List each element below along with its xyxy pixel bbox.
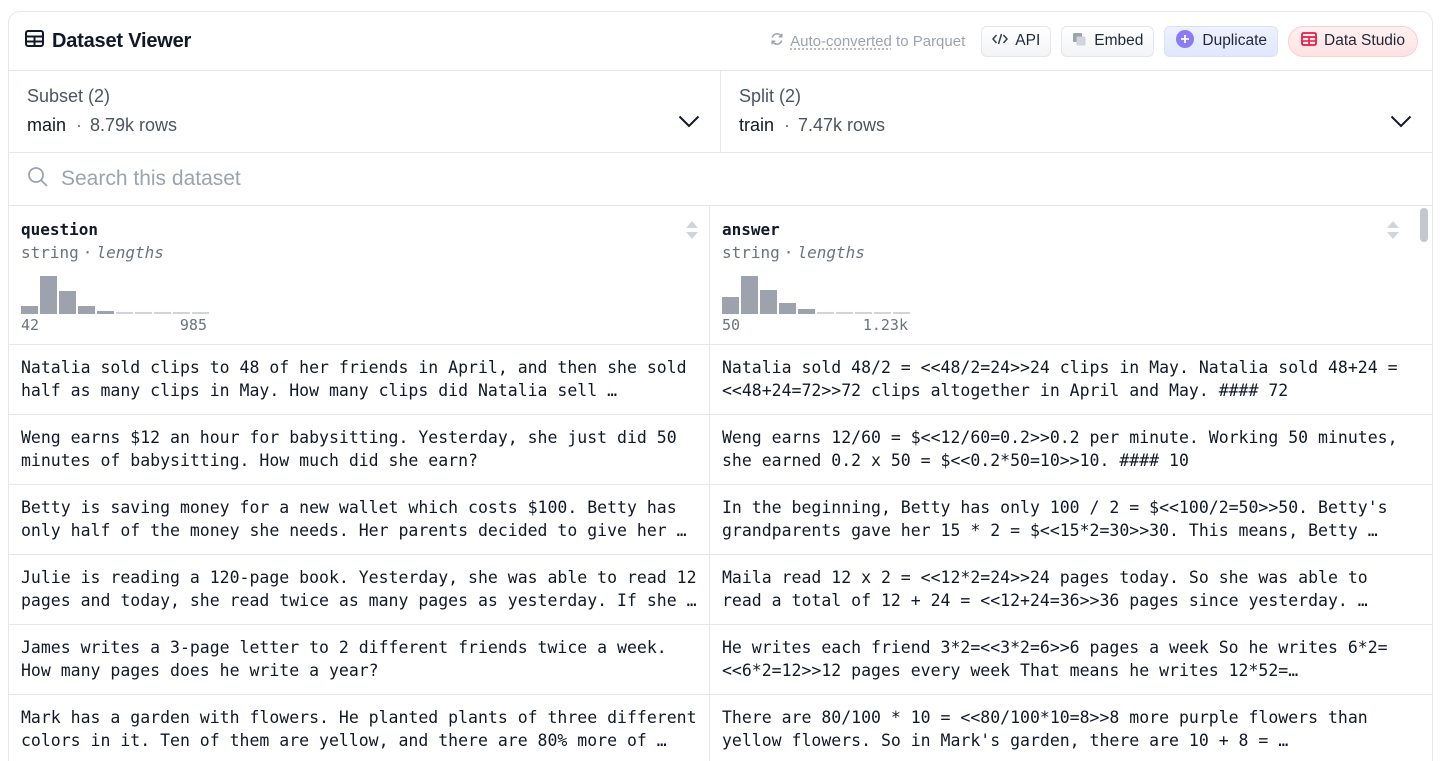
api-label: API: [1015, 32, 1041, 49]
table-header: question string · lengths 42 985 answer str…: [9, 206, 1432, 345]
length-histogram[interactable]: [722, 274, 1398, 314]
question-cell[interactable]: Natalia sold clips to 48 of her friends …: [9, 345, 710, 414]
table-icon: [25, 30, 44, 52]
histogram-bar[interactable]: [855, 312, 872, 314]
histogram-bar[interactable]: [798, 309, 815, 314]
hist-max: 1.23k: [862, 316, 908, 334]
question-cell[interactable]: Mark has a garden with flowers. He plant…: [9, 695, 710, 761]
dataset-viewer: Dataset Viewer Auto-converted to Parquet…: [8, 11, 1433, 761]
code-icon: [992, 32, 1009, 50]
column-name: question: [21, 220, 99, 239]
table-row[interactable]: James writes a 3-page letter to 2 differ…: [9, 625, 1432, 695]
column-type: string: [21, 243, 79, 262]
subset-value: main: [27, 115, 67, 135]
histogram-bar[interactable]: [760, 290, 777, 314]
question-cell[interactable]: Betty is saving money for a new wallet w…: [9, 485, 710, 554]
hist-min: 50: [722, 316, 741, 334]
sort-icon[interactable]: [1386, 220, 1400, 244]
histogram-bar[interactable]: [97, 311, 114, 314]
subset-selector[interactable]: Subset (2) main · 8.79k rows: [9, 71, 720, 152]
histogram-bar[interactable]: [135, 312, 152, 314]
histogram-bar[interactable]: [21, 306, 38, 314]
histogram-bar[interactable]: [154, 312, 171, 314]
search-icon: [27, 166, 49, 193]
auto-converted-link[interactable]: Auto-converted: [790, 33, 892, 50]
histogram-bar[interactable]: [78, 306, 95, 314]
histogram-bar[interactable]: [779, 303, 796, 314]
table-row[interactable]: Betty is saving money for a new wallet w…: [9, 485, 1432, 555]
hist-max: 985: [179, 316, 207, 334]
data-studio-button[interactable]: Data Studio: [1288, 25, 1418, 57]
duplicate-label: Duplicate: [1202, 32, 1267, 49]
answer-cell[interactable]: Weng earns 12/60 = $<<12/60=0.2>>0.2 per…: [710, 415, 1410, 484]
table-row[interactable]: Mark has a garden with flowers. He plant…: [9, 695, 1432, 761]
histogram-bar[interactable]: [874, 312, 891, 314]
table-row[interactable]: Natalia sold clips to 48 of her friends …: [9, 345, 1432, 415]
histogram-bar[interactable]: [722, 297, 739, 314]
subset-rows: 8.79k rows: [90, 115, 178, 135]
viewer-title: Dataset Viewer: [52, 29, 192, 52]
histogram-bar[interactable]: [40, 276, 57, 314]
split-value: train: [739, 115, 775, 135]
column-header-question[interactable]: question string · lengths 42 985: [9, 206, 710, 344]
embed-label: Embed: [1094, 32, 1144, 49]
histogram-bar[interactable]: [836, 312, 853, 314]
api-button[interactable]: API: [981, 25, 1052, 57]
table-row[interactable]: Julie is reading a 120-page book. Yester…: [9, 555, 1432, 625]
column-stat: lengths: [96, 243, 164, 262]
data-table: question string · lengths 42 985 answer str…: [9, 206, 1432, 761]
question-cell[interactable]: James writes a 3-page letter to 2 differ…: [9, 625, 710, 694]
data-studio-icon: [1301, 31, 1317, 51]
column-type: string: [722, 243, 780, 262]
length-histogram[interactable]: [21, 274, 697, 314]
subset-label: Subset (2): [27, 86, 111, 106]
hist-min: 42: [21, 316, 40, 334]
scrollbar-thumb[interactable]: [1420, 208, 1428, 242]
split-rows: 7.47k rows: [798, 115, 886, 135]
embed-icon: [1072, 32, 1087, 51]
answer-cell[interactable]: There are 80/100 * 10 = <<80/100*10=8>>8…: [710, 695, 1410, 761]
duplicate-icon: [1175, 29, 1195, 54]
duplicate-button[interactable]: Duplicate: [1164, 25, 1278, 57]
question-cell[interactable]: Weng earns $12 an hour for babysitting. …: [9, 415, 710, 484]
answer-cell[interactable]: He writes each friend 3*2=<<3*2=6>>6 pag…: [710, 625, 1410, 694]
column-stat: lengths: [797, 243, 865, 262]
refresh-icon: [770, 32, 784, 50]
split-selector[interactable]: Split (2) train · 7.47k rows: [720, 71, 1432, 152]
table-row[interactable]: Weng earns $12 an hour for babysitting. …: [9, 415, 1432, 485]
answer-cell[interactable]: Maila read 12 x 2 = <<12*2=24>>24 pages …: [710, 555, 1410, 624]
histogram-bar[interactable]: [59, 291, 76, 314]
data-studio-label: Data Studio: [1324, 32, 1405, 49]
embed-button[interactable]: Embed: [1061, 25, 1155, 57]
split-label: Split (2): [739, 86, 802, 106]
histogram-bar[interactable]: [192, 312, 209, 314]
parquet-text: to Parquet: [891, 32, 966, 50]
answer-cell[interactable]: In the beginning, Betty has only 100 / 2…: [710, 485, 1410, 554]
question-cell[interactable]: Julie is reading a 120-page book. Yester…: [9, 555, 710, 624]
histogram-bar[interactable]: [173, 312, 190, 314]
histogram-bar[interactable]: [817, 312, 834, 314]
chevron-down-icon[interactable]: [1390, 115, 1412, 133]
histogram-bar[interactable]: [893, 312, 910, 314]
table-body: Natalia sold clips to 48 of her friends …: [9, 345, 1432, 761]
chevron-down-icon[interactable]: [678, 115, 700, 133]
column-name: answer: [722, 220, 780, 239]
histogram-bar[interactable]: [741, 276, 758, 314]
histogram-bar[interactable]: [116, 312, 133, 314]
search-bar: [9, 153, 1432, 206]
sort-icon[interactable]: [685, 220, 699, 244]
auto-converted-notice: Auto-converted to Parquet: [770, 32, 965, 50]
answer-cell[interactable]: Natalia sold 48/2 = <<48/2=24>>24 clips …: [710, 345, 1410, 414]
selectors: Subset (2) main · 8.79k rows Split (2) tra…: [9, 71, 1432, 153]
column-header-answer[interactable]: answer string · lengths 50 1.23k: [710, 206, 1410, 344]
viewer-header: Dataset Viewer Auto-converted to Parquet…: [9, 12, 1432, 71]
search-input[interactable]: [61, 167, 661, 191]
table-scrollbar[interactable]: [1419, 208, 1429, 757]
